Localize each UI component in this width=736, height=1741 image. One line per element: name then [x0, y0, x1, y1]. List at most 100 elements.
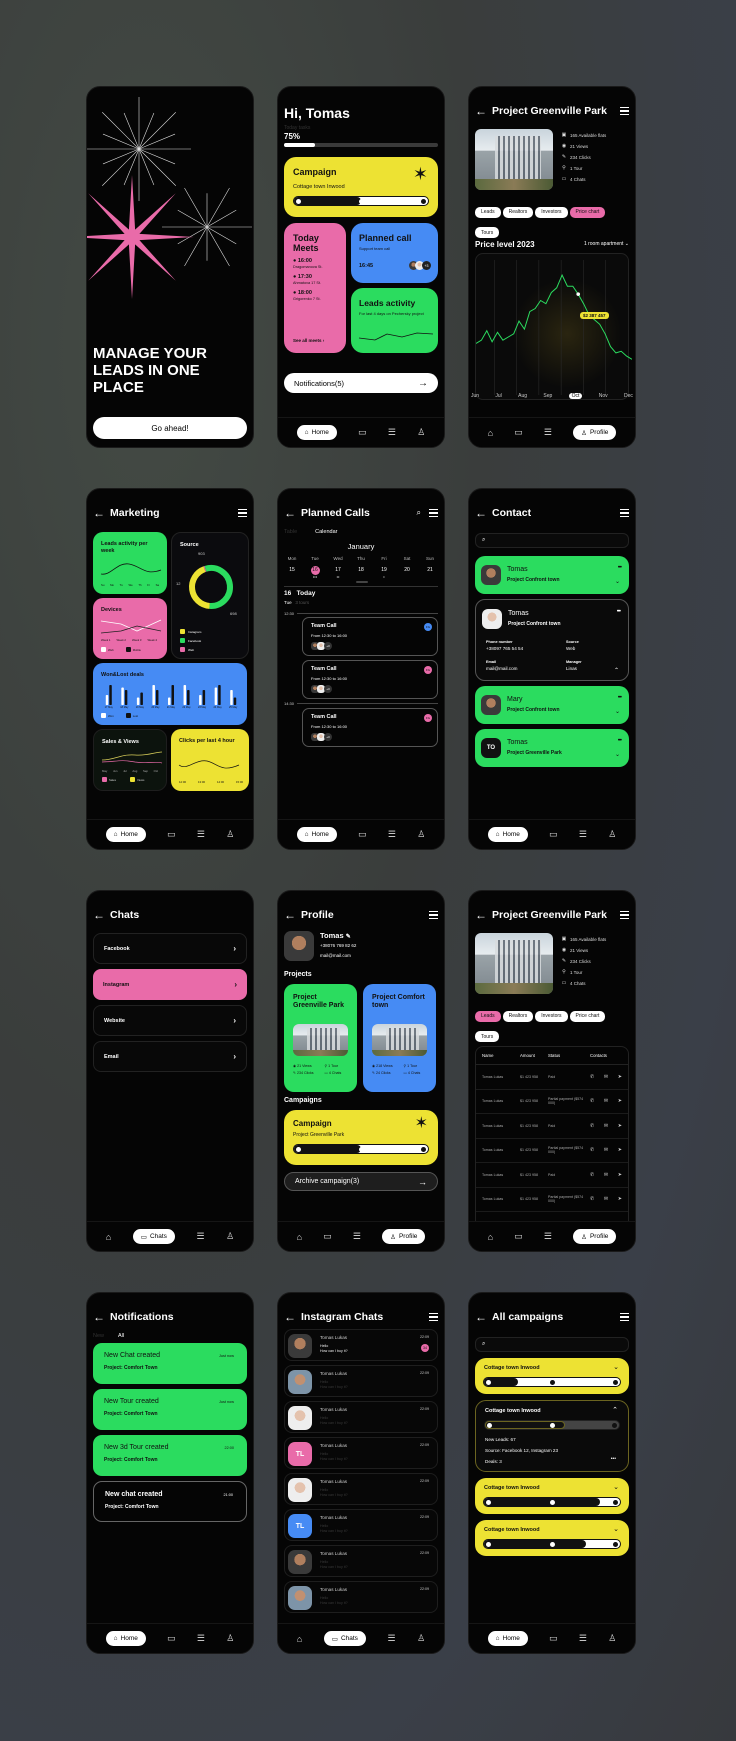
- nav-chats[interactable]: ▭ Chats: [132, 1229, 175, 1244]
- chip-investors[interactable]: Investors: [535, 206, 568, 218]
- chat-item[interactable]: Tomas Lukas Hello How can I buy it? 22:09: [284, 1401, 438, 1433]
- filter-icon[interactable]: [620, 1313, 629, 1321]
- campaign-card[interactable]: Cottage town Inwood ⌄: [475, 1478, 629, 1514]
- calendar-day[interactable]: Wed 17 ••: [328, 556, 348, 579]
- edit-icon[interactable]: ✎: [346, 934, 351, 940]
- nav-profile[interactable]: ♙ Profile: [573, 425, 617, 440]
- nav-home[interactable]: ⌂ Home: [105, 827, 146, 842]
- filter-icon[interactable]: [238, 509, 247, 517]
- nav-chats-icon[interactable]: ▭: [323, 1231, 332, 1242]
- chevron-down-icon[interactable]: ⌄: [615, 578, 620, 585]
- nav-profile-icon[interactable]: ♙: [608, 1633, 616, 1644]
- phone-icon[interactable]: ✆: [590, 1196, 594, 1202]
- see-all-meets-link[interactable]: See all meets ›: [293, 338, 324, 343]
- back-arrow-icon[interactable]: ←: [475, 909, 487, 921]
- meet-item[interactable]: ● 17:30 Ahmatova 17 St.: [293, 274, 342, 285]
- leads-week-card[interactable]: Leads activity per week Su Mo Tu We Th Fr Sa: [93, 532, 167, 594]
- chevron-up-icon[interactable]: ⌃: [614, 667, 619, 674]
- back-arrow-icon[interactable]: ←: [93, 909, 105, 921]
- nav-list-icon[interactable]: ☰: [353, 1231, 361, 1242]
- send-icon[interactable]: ➤: [618, 1098, 622, 1104]
- nav-home[interactable]: ⌂ Home: [296, 425, 337, 440]
- chevron-down-icon[interactable]: ⌄: [615, 751, 620, 758]
- nav-home-icon[interactable]: ⌂: [488, 1232, 493, 1242]
- chip-tours[interactable]: Tours: [475, 1031, 500, 1042]
- channel-facebook[interactable]: Facebook ›: [93, 933, 247, 964]
- chevron-up-icon[interactable]: ⌃: [612, 1406, 618, 1414]
- chip-tours[interactable]: Tours: [475, 227, 500, 238]
- mail-icon[interactable]: ✉: [604, 1074, 608, 1080]
- chip-investors[interactable]: Investors: [535, 1010, 568, 1022]
- nav-profile-icon[interactable]: ♙: [417, 1633, 425, 1644]
- x-tick-label[interactable]: Oct: [568, 393, 583, 399]
- chat-item[interactable]: Tomas Lukas Hello How can I buy it? 22:09: [284, 1545, 438, 1577]
- source-card[interactable]: Source 903 12 698 Instagram Facebook Web: [171, 532, 249, 659]
- nav-list-icon[interactable]: ☰: [197, 1633, 205, 1644]
- back-arrow-icon[interactable]: ←: [284, 909, 296, 921]
- notifications-button[interactable]: Notifications(5) →: [284, 373, 438, 393]
- contact-card[interactable]: Tomas Project Confront town ••• ⌃ Phone numb…: [475, 599, 629, 681]
- filter-icon[interactable]: [620, 911, 629, 919]
- more-icon[interactable]: •••: [618, 738, 622, 744]
- phone-icon[interactable]: ✆: [590, 1098, 594, 1104]
- more-icon[interactable]: •••: [611, 1456, 616, 1462]
- contact-card[interactable]: Tomas Project Confront town ••• ⌄: [475, 556, 629, 594]
- back-arrow-icon[interactable]: ←: [93, 507, 105, 519]
- clicks-card[interactable]: Clicks per last 4 hour 12:00 13:00 14:00 15…: [171, 729, 249, 791]
- nav-chats-icon[interactable]: ▭: [358, 829, 367, 840]
- calendar-day[interactable]: Tue 16 •••: [305, 556, 325, 579]
- calendar-day[interactable]: Sun 21: [420, 556, 440, 579]
- campaign-card[interactable]: Cottage town Inwood ⌄: [475, 1358, 629, 1394]
- back-arrow-icon[interactable]: ←: [475, 105, 487, 117]
- back-arrow-icon[interactable]: ←: [284, 507, 296, 519]
- nav-list-icon[interactable]: ☰: [197, 829, 205, 840]
- nav-profile[interactable]: ♙ Profile: [573, 1229, 617, 1244]
- nav-list-icon[interactable]: ☰: [544, 427, 552, 438]
- phone-icon[interactable]: ✆: [590, 1074, 594, 1080]
- x-tick-label[interactable]: Aug: [518, 393, 527, 399]
- nav-home-icon[interactable]: ⌂: [488, 428, 493, 438]
- phone-icon[interactable]: ✆: [590, 1147, 594, 1153]
- meet-item[interactable]: ● 18:00 Grigorenko 7 St.: [293, 290, 342, 301]
- phone-icon[interactable]: ✆: [590, 1123, 594, 1129]
- send-icon[interactable]: ➤: [618, 1123, 622, 1129]
- filter-icon[interactable]: [429, 1313, 438, 1321]
- nav-home-icon[interactable]: ⌂: [297, 1634, 302, 1644]
- campaign-card[interactable]: Campaign ✶ Project Greenville Park: [284, 1110, 438, 1165]
- tab-calendar[interactable]: Calendar: [315, 529, 337, 535]
- chip-leads[interactable]: Leads: [475, 1010, 501, 1022]
- chat-item[interactable]: Tomas Lukas Hello How can I buy it? 22:09: [284, 1581, 438, 1613]
- chevron-down-icon[interactable]: ⌄: [615, 708, 620, 715]
- apartment-filter[interactable]: 1 room apartment ⌄: [584, 241, 629, 247]
- nav-chats-icon[interactable]: ▭: [514, 1231, 523, 1242]
- project-card[interactable]: Project Comfort town ◉ 218 Views ⚲ 1 Tour ✎…: [363, 984, 436, 1092]
- notification-card[interactable]: New Tour created Project: Comfort Town Jus…: [93, 1389, 247, 1430]
- send-icon[interactable]: ➤: [618, 1196, 622, 1202]
- nav-chats-icon[interactable]: ▭: [514, 427, 523, 438]
- x-tick-label[interactable]: Jun: [471, 393, 479, 399]
- notification-card[interactable]: New chat created Project: Comfort Town 21:…: [93, 1481, 247, 1522]
- nav-home[interactable]: ⌂ Home: [105, 1631, 146, 1646]
- x-tick-label[interactable]: Jul: [495, 393, 501, 399]
- archive-campaign-button[interactable]: Archive campaign(3) →: [284, 1172, 438, 1191]
- tab-new[interactable]: New: [93, 1333, 104, 1339]
- nav-home-icon[interactable]: ⌂: [106, 1232, 111, 1242]
- tab-all[interactable]: All: [118, 1333, 124, 1339]
- more-icon[interactable]: •••: [617, 609, 621, 615]
- today-meets-card[interactable]: Today Meets ● 16:00 Dragomanova St. ● 17:3…: [284, 223, 346, 353]
- calendar-day[interactable]: Thu 18: [351, 556, 371, 579]
- table-row[interactable]: Tomas Lukas $1 423 958 Paid ✆ ✉ ➤: [476, 1114, 628, 1139]
- chip-realtors[interactable]: Realtors: [502, 206, 534, 218]
- contact-card[interactable]: TO Tomas Project Greenville Park ••• ⌄: [475, 729, 629, 767]
- nav-home-icon[interactable]: ⌂: [297, 1232, 302, 1242]
- mail-icon[interactable]: ✉: [604, 1172, 608, 1178]
- filter-icon[interactable]: [620, 107, 629, 115]
- chat-item[interactable]: TL Tomas Lukas Hello How can I buy it? 22:09: [284, 1437, 438, 1469]
- nav-home[interactable]: ⌂ Home: [487, 1631, 528, 1646]
- chat-item[interactable]: Tomas Lukas Hello How can I buy it? 22:09 34: [284, 1329, 438, 1361]
- chevron-down-icon[interactable]: ⌄: [613, 1525, 619, 1533]
- leads-activity-card[interactable]: Leads activity For last 4 days on Pecher…: [351, 288, 438, 353]
- calendar-day[interactable]: Sat 20: [397, 556, 417, 579]
- filter-icon[interactable]: [429, 911, 438, 919]
- chip-realtors[interactable]: Realtors: [502, 1010, 534, 1022]
